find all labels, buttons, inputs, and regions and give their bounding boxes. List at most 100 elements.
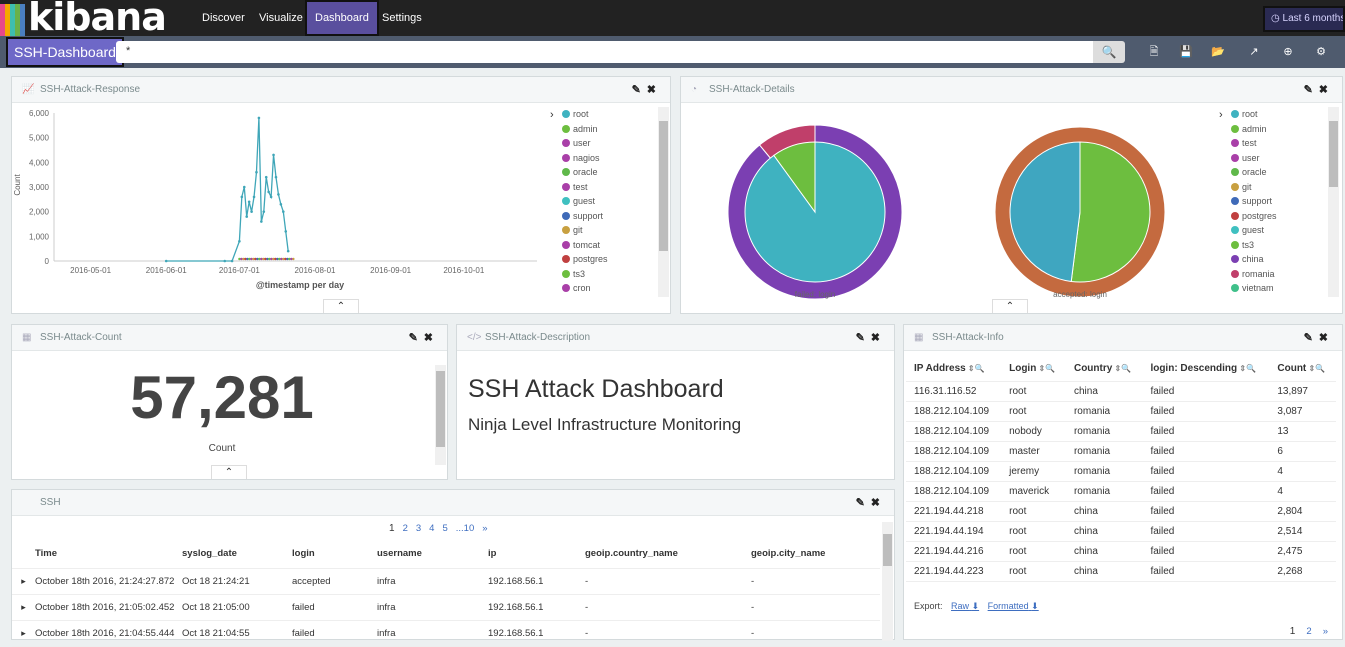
page-link[interactable]: 3 — [416, 523, 421, 534]
table-cell[interactable]: romania — [1065, 421, 1143, 442]
column-header[interactable]: username — [377, 540, 488, 569]
sort-search-icon[interactable]: ⇕🔍 — [1036, 364, 1056, 373]
table-cell[interactable]: 188.212.104.109 — [906, 461, 1002, 482]
table-cell[interactable]: 4 — [1269, 481, 1336, 502]
column-header[interactable]: geoip.country_name — [585, 540, 751, 569]
search-button[interactable]: 🔍 — [1093, 41, 1125, 63]
table-cell[interactable]: romania — [1065, 401, 1143, 422]
table-cell[interactable]: 4 — [1269, 461, 1336, 482]
legend-item[interactable]: china — [1231, 252, 1331, 267]
collapse-chevron-up-icon[interactable]: ⌃ — [323, 299, 359, 313]
edit-pencil-icon[interactable]: ✎ — [1304, 84, 1319, 96]
column-header[interactable]: ip — [488, 540, 585, 569]
nav-settings[interactable]: Settings — [374, 0, 430, 36]
legend-toggle-chevron-icon[interactable]: › — [550, 109, 554, 121]
table-cell[interactable]: 6 — [1269, 441, 1336, 462]
export-raw-link[interactable]: Raw ⬇ — [951, 601, 979, 611]
table-cell[interactable]: china — [1065, 541, 1143, 562]
page-2[interactable]: 2 — [1306, 626, 1311, 637]
table-cell[interactable]: 188.212.104.109 — [906, 481, 1002, 502]
table-cell[interactable]: 2,268 — [1269, 561, 1336, 582]
sort-search-icon[interactable]: ⇕🔍 — [966, 364, 985, 373]
save-icon[interactable]: 💾 — [1177, 42, 1195, 62]
table-cell[interactable]: root — [1001, 561, 1066, 582]
legend-item[interactable]: guest — [562, 194, 662, 209]
legend-item[interactable]: admin — [1231, 122, 1331, 137]
table-cell[interactable]: failed — [1142, 401, 1270, 422]
edit-pencil-icon[interactable]: ✎ — [856, 332, 871, 344]
column-header[interactable]: login — [292, 540, 377, 569]
close-icon[interactable]: ✖ — [1319, 84, 1334, 96]
edit-pencil-icon[interactable]: ✎ — [632, 84, 647, 96]
edit-pencil-icon[interactable]: ✎ — [856, 497, 871, 509]
legend-item[interactable]: test — [1231, 136, 1331, 151]
table-cell[interactable]: root — [1001, 521, 1066, 542]
expand-caret-icon[interactable]: ▸ — [12, 620, 35, 647]
table-cell[interactable]: root — [1001, 541, 1066, 562]
table-cell[interactable]: failed — [1142, 501, 1270, 522]
table-cell[interactable]: 2,475 — [1269, 541, 1336, 562]
legend-item[interactable]: test — [562, 180, 662, 195]
legend-item[interactable]: oracle — [562, 165, 662, 180]
table-cell[interactable]: 188.212.104.109 — [906, 401, 1002, 422]
table-cell[interactable]: failed — [1142, 421, 1270, 442]
legend-item[interactable]: oracle — [1231, 165, 1331, 180]
legend-item[interactable]: root — [562, 107, 662, 122]
sort-search-icon[interactable]: ⇕🔍 — [1237, 364, 1256, 373]
legend-item[interactable]: admin — [562, 122, 662, 137]
table-cell[interactable]: 188.212.104.109 — [906, 441, 1002, 462]
panel-scrollbar[interactable] — [435, 365, 446, 465]
page-link[interactable]: ...10 — [456, 523, 475, 534]
table-cell[interactable]: china — [1065, 521, 1143, 542]
table-cell[interactable]: romania — [1065, 481, 1143, 502]
nav-discover[interactable]: Discover — [194, 0, 253, 36]
table-cell[interactable]: 188.212.104.109 — [906, 421, 1002, 442]
column-header[interactable]: syslog_date — [182, 540, 292, 569]
nav-visualize[interactable]: Visualize — [251, 0, 311, 36]
table-cell[interactable]: failed — [1142, 521, 1270, 542]
expand-caret-icon[interactable]: ▸ — [12, 568, 35, 595]
options-gear-icon[interactable]: ⚙ — [1312, 42, 1330, 62]
legend-item[interactable]: guest — [1231, 223, 1331, 238]
column-header[interactable]: Login ⇕🔍 — [1001, 357, 1066, 382]
legend-item[interactable]: vietnam — [1231, 281, 1331, 296]
new-dashboard-icon[interactable]: 🗎 — [1145, 42, 1163, 62]
legend-item[interactable]: postgres — [1231, 209, 1331, 224]
close-icon[interactable]: ✖ — [871, 497, 886, 509]
legend-item[interactable]: tomcat — [562, 238, 662, 253]
table-cell[interactable]: maverick — [1001, 481, 1066, 502]
column-header[interactable]: login: Descending ⇕🔍 — [1142, 357, 1270, 382]
table-cell[interactable]: failed — [1142, 541, 1270, 562]
legend-item[interactable]: romania — [1231, 267, 1331, 282]
column-header[interactable]: geoip.city_name — [751, 540, 880, 569]
table-cell[interactable]: china — [1065, 501, 1143, 522]
close-icon[interactable]: ✖ — [1319, 332, 1334, 344]
legend-item[interactable]: root — [1231, 107, 1331, 122]
edit-pencil-icon[interactable]: ✎ — [1304, 332, 1319, 344]
time-filter-button[interactable]: ◷ Last 6 months — [1263, 6, 1345, 32]
table-cell[interactable]: failed — [1142, 461, 1270, 482]
legend-item[interactable]: user — [1231, 151, 1331, 166]
table-cell[interactable]: root — [1001, 401, 1066, 422]
kibana-logo[interactable]: kibana — [0, 0, 185, 36]
table-scrollbar[interactable] — [882, 522, 893, 641]
column-header[interactable]: Count ⇕🔍 — [1269, 357, 1336, 382]
legend-item[interactable]: cron — [562, 281, 662, 296]
close-icon[interactable]: ✖ — [647, 84, 662, 96]
table-cell[interactable]: failed — [1142, 561, 1270, 582]
table-row[interactable]: ▸ October 18th 2016, 21:24:27.872 Oct 18 2… — [12, 568, 880, 595]
close-icon[interactable]: ✖ — [871, 332, 886, 344]
table-cell[interactable]: master — [1001, 441, 1066, 462]
share-icon[interactable]: ↗ — [1245, 42, 1263, 62]
page-link[interactable]: 4 — [429, 523, 434, 534]
collapse-chevron-up-icon[interactable]: ⌃ — [211, 465, 247, 479]
legend-item[interactable]: user — [562, 136, 662, 151]
legend-item[interactable]: nagios — [562, 151, 662, 166]
open-folder-icon[interactable]: 📂 — [1209, 42, 1227, 62]
table-cell[interactable]: root — [1001, 501, 1066, 522]
page-link[interactable]: 5 — [442, 523, 447, 534]
table-cell[interactable]: failed — [1142, 381, 1270, 402]
table-cell[interactable]: 3,087 — [1269, 401, 1336, 422]
legend-item[interactable]: support — [562, 209, 662, 224]
page-link[interactable]: 1 — [389, 523, 395, 534]
